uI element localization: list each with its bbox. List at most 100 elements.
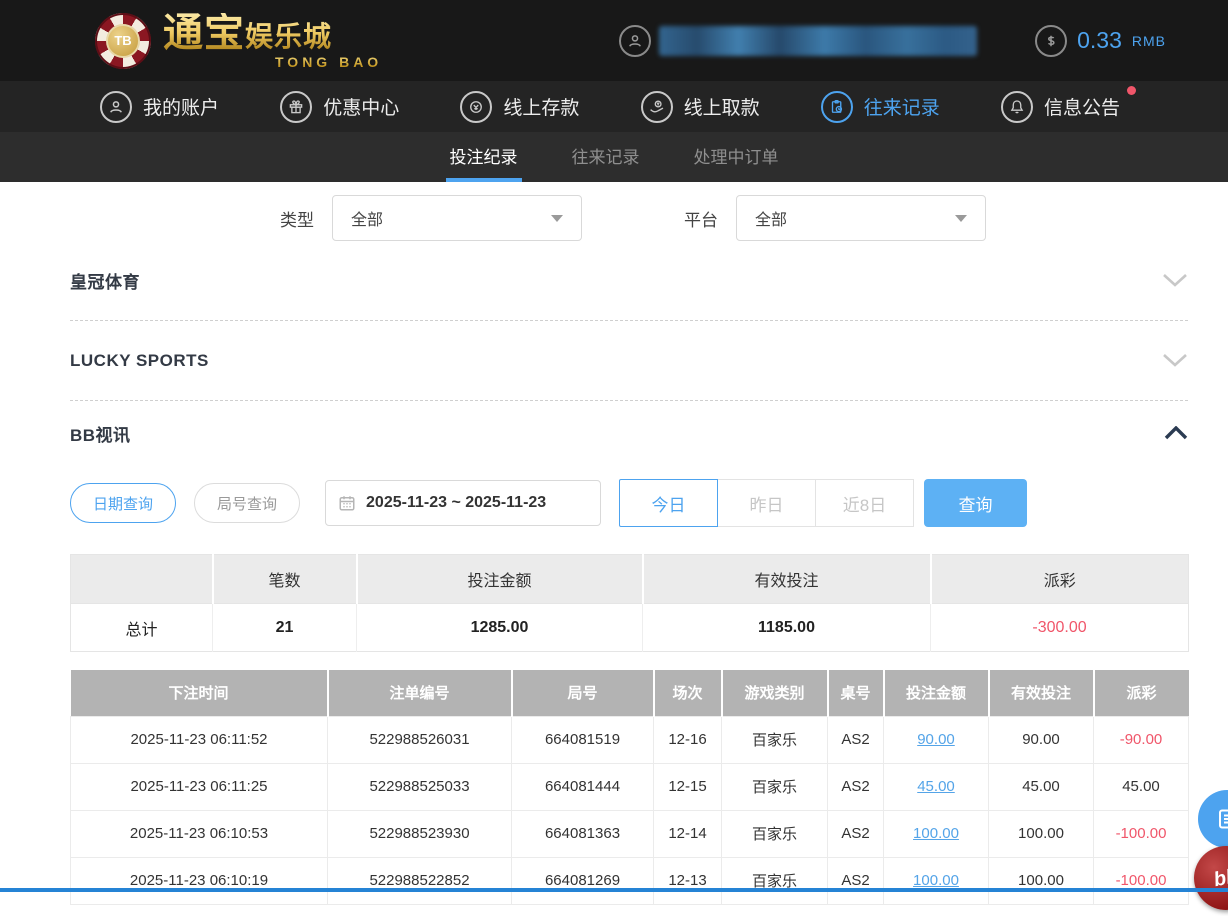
summary-header-payout: 派彩 [931, 555, 1189, 604]
round-id: 664081444 [512, 763, 654, 810]
summary-header-count: 笔数 [213, 555, 357, 604]
table-no: AS2 [828, 763, 884, 810]
table-row: 2025-11-23 06:10:19 522988522852 6640812… [71, 857, 1189, 904]
summary-header-blank [71, 555, 213, 604]
header-bet-time: 下注时间 [71, 670, 328, 716]
nav-item-promotions[interactable]: 优惠中心 [280, 91, 399, 123]
bet-amount-link[interactable]: 100.00 [913, 872, 959, 889]
payout: -100.00 [1094, 810, 1189, 857]
summary-total-label: 总计 [71, 604, 213, 652]
bet-time: 2025-11-23 06:10:19 [71, 857, 328, 904]
session: 12-13 [654, 857, 722, 904]
date-range-value: 2025-11-23 ~ 2025-11-23 [366, 494, 546, 512]
chevron-down-icon [1162, 273, 1188, 288]
date-range-picker[interactable]: 2025-11-23 ~ 2025-11-23 [325, 480, 601, 526]
type-filter-label: 类型 [280, 206, 314, 231]
nav-item-transaction-records[interactable]: 往来记录 [821, 91, 940, 123]
main-content: 类型 全部 平台 全部 皇冠体育 LUCKY SPORTS BB视讯 日期查询 … [0, 195, 1228, 905]
query-controls: 日期查询 局号查询 2025-11-23 ~ 2025-11-23 今日 昨日 … [70, 479, 1188, 527]
nav-label: 线上存款 [503, 93, 579, 120]
bet-amount-link[interactable]: 45.00 [917, 778, 955, 795]
session: 12-14 [654, 810, 722, 857]
bet-records-table: 下注时间 注单编号 局号 场次 游戏类别 桌号 投注金额 有效投注 派彩 202… [70, 670, 1189, 905]
search-button[interactable]: 查询 [924, 479, 1027, 527]
round-query-button[interactable]: 局号查询 [194, 483, 300, 523]
table-header-row: 下注时间 注单编号 局号 场次 游戏类别 桌号 投注金额 有效投注 派彩 [71, 670, 1189, 716]
user-avatar-icon [619, 25, 651, 57]
balance-amount: 0.33 [1077, 27, 1122, 54]
chevron-down-icon [1162, 353, 1188, 368]
table-row: 2025-11-23 06:11:52 522988526031 6640815… [71, 716, 1189, 763]
nav-label: 信息公告 [1044, 93, 1120, 120]
header-round-id: 局号 [512, 670, 654, 716]
balance-currency: RMB [1132, 33, 1166, 49]
table-row: 2025-11-23 06:10:53 522988523930 6640813… [71, 810, 1189, 857]
gift-icon [280, 91, 312, 123]
nav-item-withdraw[interactable]: 线上取款 [641, 91, 760, 123]
form-icon [1215, 807, 1228, 831]
nav-item-deposit[interactable]: 线上存款 [460, 91, 579, 123]
game-type: 百家乐 [722, 763, 828, 810]
table-row: 2025-11-23 06:11:25 522988525033 6640814… [71, 763, 1189, 810]
today-button[interactable]: 今日 [619, 479, 718, 527]
section-bb-live[interactable]: BB视讯 [70, 401, 1188, 465]
order-id: 522988523930 [328, 810, 512, 857]
summary-bet-amount: 1285.00 [357, 604, 643, 652]
nav-item-my-account[interactable]: 我的账户 [100, 91, 219, 123]
bell-icon [1001, 91, 1033, 123]
payout: -90.00 [1094, 716, 1189, 763]
bet-amount-link[interactable]: 100.00 [913, 825, 959, 842]
tab-bet-records[interactable]: 投注纪录 [446, 132, 522, 182]
nav-label: 优惠中心 [323, 93, 399, 120]
type-select[interactable]: 全部 [332, 195, 582, 241]
section-crown-sports[interactable]: 皇冠体育 [70, 241, 1188, 321]
order-id: 522988526031 [328, 716, 512, 763]
summary-valid-bet: 1185.00 [643, 604, 931, 652]
round-id: 664081269 [512, 857, 654, 904]
brand-logo[interactable]: TB 通宝娱乐城 TONG BAO [95, 13, 382, 69]
notification-dot [1127, 86, 1136, 95]
top-bar: TB 通宝娱乐城 TONG BAO 0.33 RMB [0, 0, 1228, 81]
record-tabs: 投注纪录 往来记录 处理中订单 [0, 132, 1228, 182]
date-query-button[interactable]: 日期查询 [70, 483, 176, 523]
summary-payout: -300.00 [931, 604, 1189, 652]
yesterday-button[interactable]: 昨日 [717, 479, 816, 527]
chevron-down-icon [551, 215, 563, 222]
tab-pending-orders[interactable]: 处理中订单 [690, 132, 783, 182]
header-session: 场次 [654, 670, 722, 716]
round-id: 664081519 [512, 716, 654, 763]
nav-label: 线上取款 [684, 93, 760, 120]
valid-bet: 45.00 [989, 763, 1094, 810]
username-redacted [659, 26, 977, 56]
valid-bet: 100.00 [989, 810, 1094, 857]
header-table-no: 桌号 [828, 670, 884, 716]
chevron-down-icon [955, 215, 967, 222]
payout: 45.00 [1094, 763, 1189, 810]
summary-header-valid-bet: 有效投注 [643, 555, 931, 604]
session: 12-15 [654, 763, 722, 810]
order-id: 522988522852 [328, 857, 512, 904]
bet-amount-link[interactable]: 90.00 [917, 731, 955, 748]
chevron-up-icon [1164, 426, 1188, 440]
bet-time: 2025-11-23 06:10:53 [71, 810, 328, 857]
casino-chip-icon: TB [95, 13, 151, 69]
valid-bet: 90.00 [989, 716, 1094, 763]
summary-total-row: 总计 21 1285.00 1185.00 -300.00 [71, 604, 1189, 652]
session: 12-16 [654, 716, 722, 763]
header-game-type: 游戏类别 [722, 670, 828, 716]
platform-select[interactable]: 全部 [736, 195, 986, 241]
summary-header-row: 笔数 投注金额 有效投注 派彩 [71, 555, 1189, 604]
tab-transaction-records[interactable]: 往来记录 [568, 132, 644, 182]
main-nav: 我的账户 优惠中心 线上存款 线上取款 [0, 81, 1228, 132]
filter-row: 类型 全部 平台 全部 [280, 195, 1188, 241]
order-id: 522988525033 [328, 763, 512, 810]
summary-count: 21 [213, 604, 357, 652]
balance: 0.33 RMB [1035, 25, 1166, 57]
last-8-days-button[interactable]: 近8日 [815, 479, 914, 527]
bottom-accent-line [0, 888, 1228, 892]
nav-item-announcements[interactable]: 信息公告 [1001, 91, 1120, 123]
table-no: AS2 [828, 716, 884, 763]
section-lucky-sports[interactable]: LUCKY SPORTS [70, 321, 1188, 401]
quick-date-group: 今日 昨日 近8日 [619, 479, 914, 527]
dollar-icon [1035, 25, 1067, 57]
